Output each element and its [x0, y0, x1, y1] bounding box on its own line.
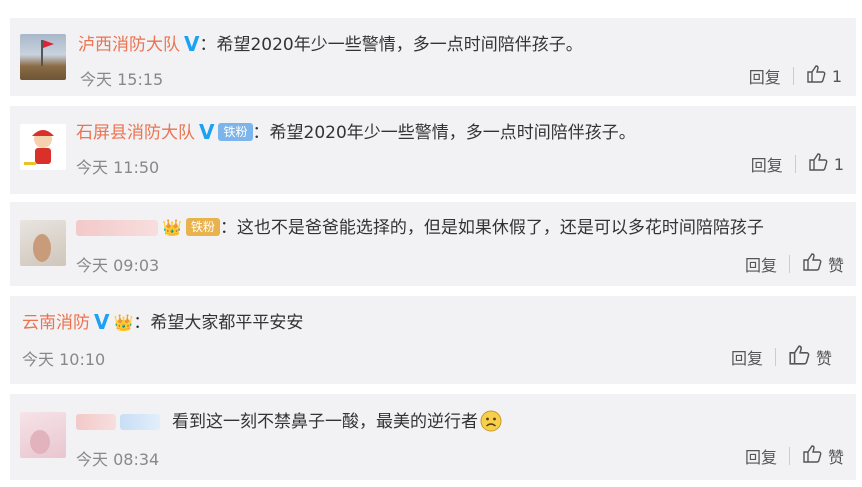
like-label[interactable]: 赞: [828, 252, 844, 276]
commenter-name[interactable]: 石屏县消防大队: [76, 123, 195, 143]
thumb-up-icon[interactable]: [802, 444, 822, 468]
comment-text: ：希望2020年少一些警情，多一点时间陪伴孩子。: [199, 35, 583, 55]
comment-text: ：希望2020年少一些警情，多一点时间陪伴孩子。: [252, 123, 636, 143]
comment-text: 看到这一刻不禁鼻子一酸，最美的逆行者: [172, 412, 478, 432]
verified-v-icon: V: [184, 32, 200, 56]
comment-time: 今天 09:03: [76, 256, 160, 275]
firefighter-cartoon-icon: [24, 130, 54, 165]
like-label[interactable]: 赞: [828, 444, 844, 468]
comment-card: 👑 铁粉 ：这也不是爸爸能选择的，但是如果休假了，还是可以多花时间陪陪孩子 今天 0…: [10, 202, 856, 286]
thumb-up-icon[interactable]: [788, 344, 810, 370]
divider: [794, 155, 796, 173]
comment-time: 今天 10:10: [22, 350, 106, 369]
avatar[interactable]: [20, 124, 66, 170]
like-label[interactable]: 赞: [816, 345, 832, 369]
reply-button[interactable]: 回复: [731, 345, 763, 369]
avatar[interactable]: [20, 220, 66, 266]
fan-badge: 铁粉: [185, 218, 220, 236]
comment-card: 看到这一刻不禁鼻子一酸，最美的逆行者 今天 08:34 回复 赞: [10, 394, 856, 480]
comment-time: 今天 11:50: [76, 158, 160, 177]
thumb-up-icon[interactable]: [808, 152, 828, 176]
commenter-name[interactable]: 泸西消防大队: [78, 35, 180, 55]
fan-badge: 铁粉: [218, 123, 253, 141]
comment-card: 石屏县消防大队 V 铁粉 ：希望2020年少一些警情，多一点时间陪伴孩子。 今天 11…: [10, 106, 856, 194]
crown-icon: 👑: [113, 313, 134, 332]
comment-time: 今天 08:34: [76, 450, 160, 469]
flag-icon: [41, 40, 54, 66]
like-count: 1: [831, 66, 842, 86]
avatar[interactable]: [20, 34, 66, 80]
blurred-badge: [120, 414, 160, 430]
like-count: 1: [833, 154, 844, 174]
comment-text: ：希望大家都平平安安: [133, 313, 304, 333]
avatar[interactable]: [20, 412, 66, 458]
comment-text: ：这也不是爸爸能选择的，但是如果休假了，还是可以多花时间陪陪孩子: [219, 218, 764, 238]
commenter-name[interactable]: 云南消防: [22, 313, 90, 333]
reply-button[interactable]: 回复: [751, 152, 783, 176]
thumb-up-icon[interactable]: [806, 64, 826, 88]
verified-v-icon: V: [94, 310, 110, 334]
divider: [788, 447, 790, 465]
verified-v-icon: V: [199, 120, 215, 144]
comment-card: 泸西消防大队 V：希望2020年少一些警情，多一点时间陪伴孩子。 今天 15:15…: [10, 18, 856, 96]
blurred-username: [76, 220, 158, 236]
blurred-avatar-image: [33, 234, 51, 262]
comment-card: 云南消防 V 👑：希望大家都平平安安 今天 10:10 回复 赞: [10, 296, 856, 384]
reply-button[interactable]: 回复: [745, 444, 777, 468]
blurred-username: [76, 414, 116, 430]
divider: [788, 255, 790, 273]
divider: [774, 348, 776, 366]
crown-icon: 👑: [162, 218, 182, 237]
reply-button[interactable]: 回复: [745, 252, 777, 276]
reply-button[interactable]: 回复: [749, 64, 781, 88]
thumb-up-icon[interactable]: [802, 252, 822, 276]
divider: [792, 67, 794, 85]
sad-face-emoji-icon: [480, 410, 502, 439]
blurred-avatar-image: [30, 430, 50, 454]
comment-time: 今天 15:15: [80, 70, 164, 89]
